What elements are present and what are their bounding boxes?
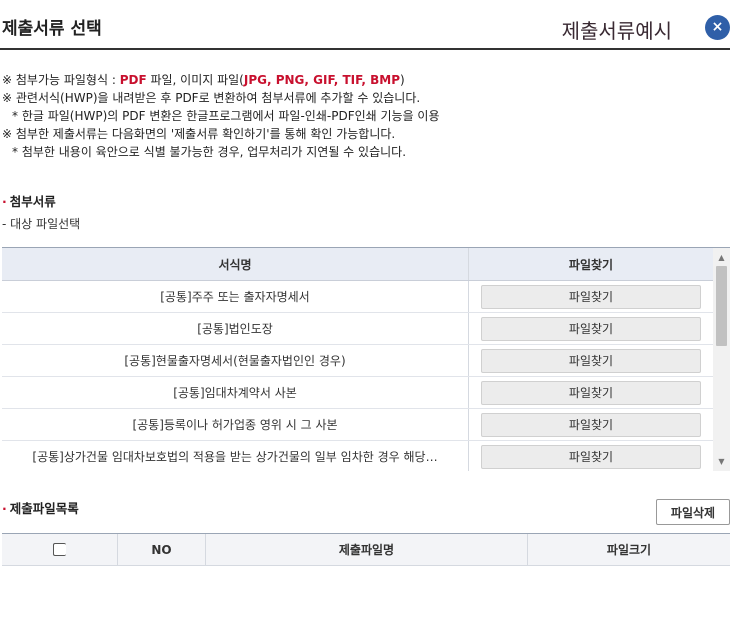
bullet-icon: · xyxy=(2,501,7,516)
find-file-button[interactable]: 파일찾기 xyxy=(481,348,701,373)
dialog-title: 제출서류 선택 xyxy=(2,19,102,39)
note-line: ※ 관련서식(HWP)을 내려받은 후 PDF로 변환하여 첨부서류에 추가할 … xyxy=(2,91,421,105)
find-file-button[interactable]: 파일찾기 xyxy=(481,316,701,341)
note-mid: 파일, 이미지 파일( xyxy=(146,73,244,87)
attach-grid: 서식명 파일찾기 [공통]주주 또는 출자자명세서 파일찾기 [공통]법인도장 … xyxy=(2,247,730,471)
dialog-header: 제출서류 선택 제출서류예시 × xyxy=(0,0,730,50)
note-file-types: ※ 첨부가능 파일형식 : PDF 파일, 이미지 파일(JPG, PNG, G… xyxy=(2,71,732,89)
find-file-button[interactable]: 파일찾기 xyxy=(481,380,701,405)
bullet-icon: · xyxy=(2,194,7,209)
note-line: * 한글 파일(HWP)의 PDF 변환은 한글프로그램에서 파일-인쇄-PDF… xyxy=(12,109,440,123)
submit-section-label: · 제출파일목록 xyxy=(2,498,79,517)
find-file-button[interactable]: 파일찾기 xyxy=(481,412,701,437)
column-header-find: 파일찾기 xyxy=(568,257,614,272)
target-file-label: - 대상 파일선택 xyxy=(2,217,81,231)
find-cell: 파일찾기 xyxy=(469,345,713,376)
delete-file-button[interactable]: 파일삭제 xyxy=(656,499,730,525)
select-all-cell xyxy=(2,534,118,565)
form-name-cell: [공통]법인도장 xyxy=(2,313,469,344)
find-file-button[interactable]: 파일찾기 xyxy=(481,284,701,309)
table-row: [공통]상가건물 임대차보호법의 적용을 받는 상가건물의 일부 임차한 경우 … xyxy=(2,441,730,471)
find-cell: 파일찾기 xyxy=(469,313,713,344)
form-name-cell: [공통]주주 또는 출자자명세서 xyxy=(2,281,469,312)
attach-section-title: 첨부서류 xyxy=(9,194,56,209)
form-name-cell: [공통]상가건물 임대차보호법의 적용을 받는 상가건물의 일부 임차한 경우 … xyxy=(2,441,469,471)
scroll-up-icon[interactable]: ▲ xyxy=(713,250,730,266)
close-icon[interactable]: × xyxy=(705,15,730,40)
find-cell: 파일찾기 xyxy=(469,377,713,408)
attach-grid-header: 서식명 파일찾기 xyxy=(2,248,730,281)
note-prefix: ※ 첨부가능 파일형식 : xyxy=(2,73,120,87)
example-link[interactable]: 제출서류예시 xyxy=(562,15,672,44)
submit-section-title: 제출파일목록 xyxy=(9,501,79,516)
select-all-checkbox[interactable] xyxy=(53,543,66,556)
grid-scrollbar[interactable]: ▲ ▼ xyxy=(713,248,730,471)
note-image-types: JPG, PNG, GIF, TIF, BMP xyxy=(243,73,401,87)
notes-block: ※ 첨부가능 파일형식 : PDF 파일, 이미지 파일(JPG, PNG, G… xyxy=(2,71,732,161)
note-pdf: PDF xyxy=(119,73,147,87)
column-header-form-name: 서식명 xyxy=(2,248,469,280)
find-cell: 파일찾기 xyxy=(469,409,713,440)
table-row: [공통]법인도장 파일찾기 xyxy=(2,313,730,345)
form-name-cell: [공통]현물출자명세서(현물출자법인인 경우) xyxy=(2,345,469,376)
note-suffix: ) xyxy=(400,73,405,87)
attach-section-label: · 첨부서류 xyxy=(2,191,56,210)
find-cell: 파일찾기 xyxy=(469,441,713,471)
find-cell: 파일찾기 xyxy=(469,281,713,312)
table-row: [공통]등록이나 허가업종 영위 시 그 사본 파일찾기 xyxy=(2,409,730,441)
find-file-button[interactable]: 파일찾기 xyxy=(481,444,701,469)
form-name-cell: [공통]임대차계약서 사본 xyxy=(2,377,469,408)
note-line: * 첨부한 내용이 육안으로 식별 불가능한 경우, 업무처리가 지연될 수 있… xyxy=(12,145,407,159)
table-row: [공통]현물출자명세서(현물출자법인인 경우) 파일찾기 xyxy=(2,345,730,377)
note-line: ※ 첨부한 제출서류는 다음화면의 '제출서류 확인하기'를 통해 확인 가능합… xyxy=(2,127,396,141)
form-name-cell: [공통]등록이나 허가업종 영위 시 그 사본 xyxy=(2,409,469,440)
table-row: [공통]임대차계약서 사본 파일찾기 xyxy=(2,377,730,409)
column-header-file-size: 파일크기 xyxy=(606,543,652,557)
column-header-no: NO xyxy=(118,534,206,565)
scroll-down-icon[interactable]: ▼ xyxy=(713,454,730,470)
scrollbar-thumb[interactable] xyxy=(716,266,727,346)
table-row: [공통]주주 또는 출자자명세서 파일찾기 xyxy=(2,281,730,313)
submit-list-header: NO 제출파일명 파일크기 xyxy=(2,533,730,566)
column-header-file-name: 제출파일명 xyxy=(206,534,528,565)
